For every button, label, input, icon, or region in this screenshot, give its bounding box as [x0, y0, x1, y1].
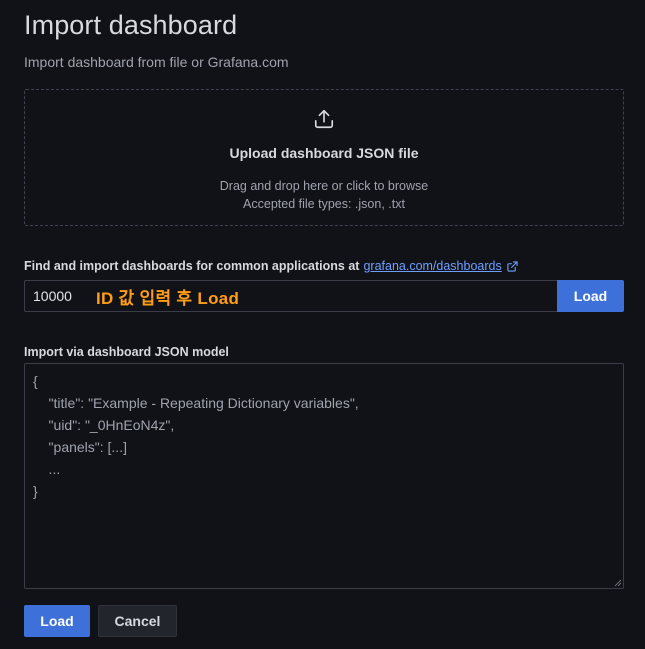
- page-subtitle: Import dashboard from file or Grafana.co…: [24, 54, 289, 70]
- cancel-button[interactable]: Cancel: [98, 605, 177, 637]
- form-actions: Load Cancel: [24, 605, 177, 637]
- json-model-textarea[interactable]: { "title": "Example - Repeating Dictiona…: [24, 363, 624, 589]
- upload-title: Upload dashboard JSON file: [229, 145, 419, 161]
- external-link-icon[interactable]: [507, 260, 518, 272]
- resize-grip-icon[interactable]: [614, 579, 622, 587]
- import-dashboard-page: Import dashboard Import dashboard from f…: [0, 0, 645, 649]
- grafana-id-input[interactable]: 10000 ID 값 입력 후 Load: [24, 280, 557, 312]
- id-annotation-overlay: ID 값 입력 후 Load: [95, 288, 240, 308]
- grafana-dashboards-link[interactable]: grafana.com/dashboards: [363, 259, 501, 273]
- grafana-import-label: Find and import dashboards for common ap…: [24, 259, 518, 273]
- grafana-load-button[interactable]: Load: [557, 280, 624, 312]
- grafana-id-row: 10000 ID 값 입력 후 Load Load: [24, 280, 624, 312]
- upload-hint-filetypes: Accepted file types: .json, .txt: [243, 197, 405, 211]
- load-button[interactable]: Load: [24, 605, 90, 637]
- upload-icon: [314, 109, 334, 129]
- grafana-id-value: 10000: [33, 288, 72, 304]
- upload-hint: Drag and drop here or click to browse Ac…: [220, 177, 428, 213]
- upload-hint-browse: Drag and drop here or click to browse: [219, 179, 429, 193]
- page-title: Import dashboard: [24, 10, 238, 40]
- grafana-import-label-text: Find and import dashboards for common ap…: [24, 259, 360, 273]
- json-model-label: Import via dashboard JSON model: [24, 345, 229, 359]
- upload-dropzone[interactable]: Upload dashboard JSON file Drag and drop…: [24, 89, 624, 226]
